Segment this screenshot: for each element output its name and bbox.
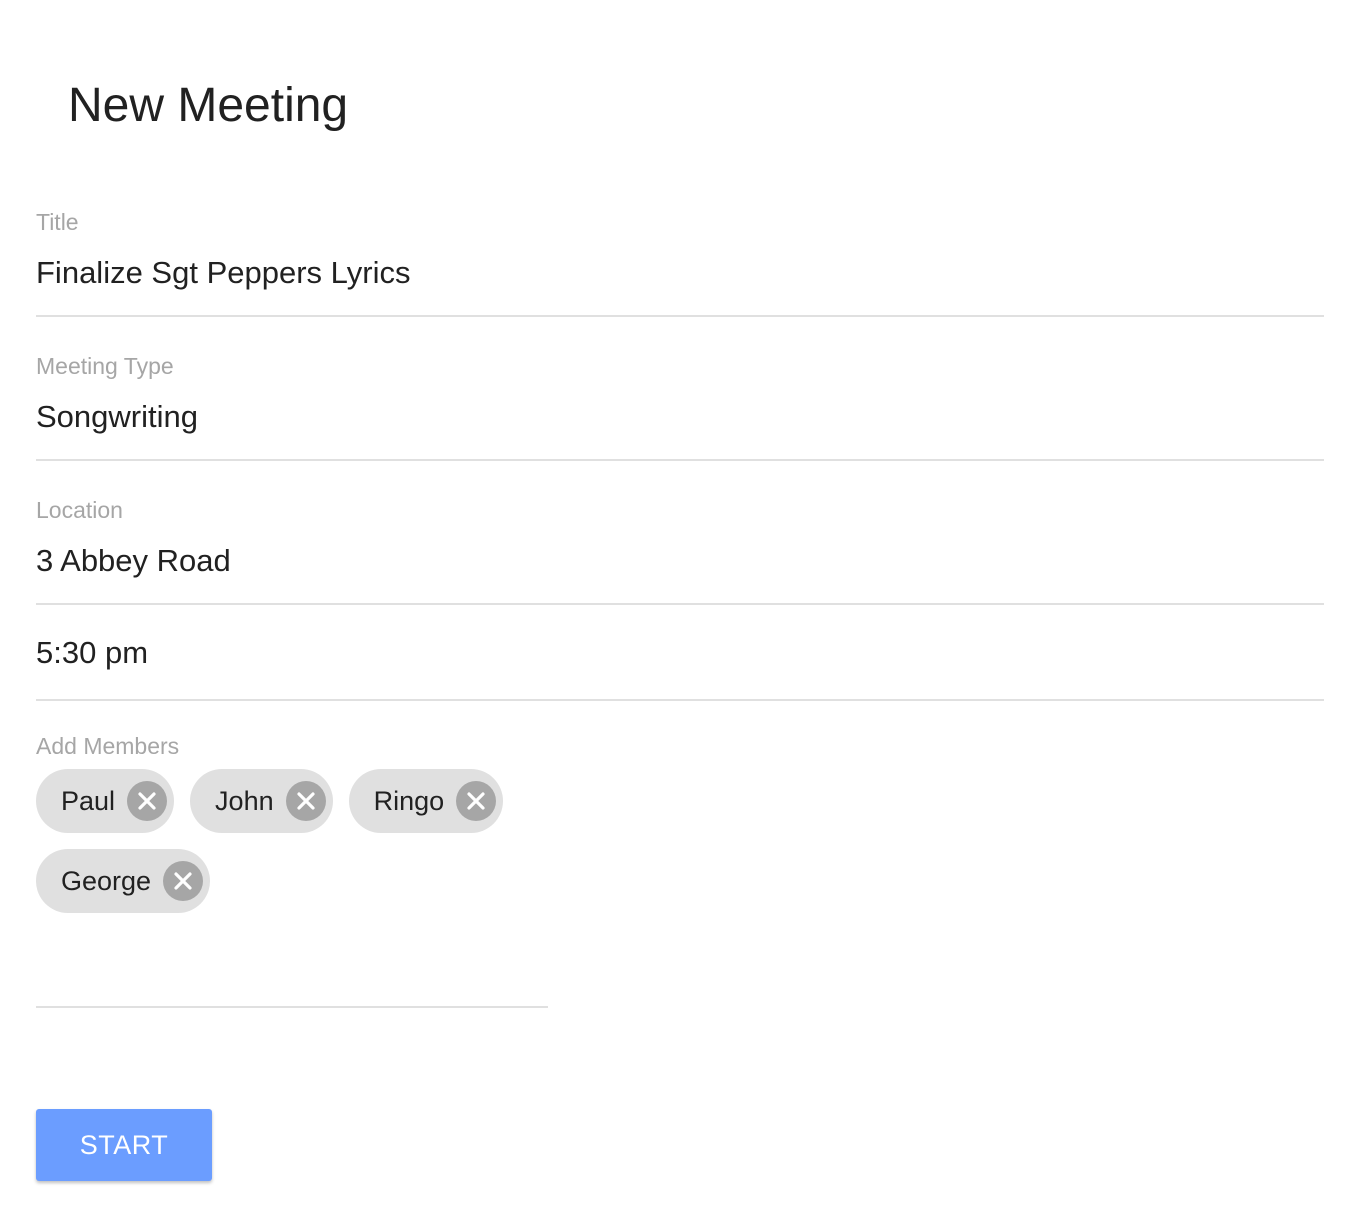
close-icon[interactable]	[163, 861, 204, 901]
location-field[interactable]: Location	[36, 488, 1324, 605]
member-chip-label: John	[215, 786, 274, 816]
member-chip: John	[190, 769, 333, 833]
close-icon[interactable]	[285, 781, 326, 821]
title-input[interactable]	[36, 254, 1324, 292]
close-icon[interactable]	[127, 781, 168, 821]
location-label: Location	[36, 497, 123, 523]
member-chip: Ringo	[348, 769, 504, 833]
time-input[interactable]	[36, 634, 1324, 672]
member-chip-label: Paul	[61, 786, 116, 816]
member-chip-label: Ringo	[373, 786, 445, 816]
title-field[interactable]: Title	[36, 200, 1324, 317]
member-chip: George	[36, 849, 211, 913]
member-chips: Paul John Ringo George	[36, 769, 536, 913]
page-title: New Meeting	[68, 79, 349, 132]
meeting-type-label: Meeting Type	[36, 353, 174, 379]
add-members-label: Add Members	[36, 733, 180, 759]
meeting-type-field[interactable]: Meeting Type	[36, 344, 1324, 461]
close-icon[interactable]	[456, 781, 497, 821]
location-input[interactable]	[36, 542, 1324, 580]
meeting-type-input[interactable]	[36, 398, 1324, 436]
add-members-input[interactable]	[36, 1006, 548, 1008]
start-button[interactable]: START	[36, 1109, 212, 1181]
member-chip-label: George	[61, 866, 152, 896]
title-label: Title	[36, 209, 79, 235]
member-chip: Paul	[36, 769, 175, 833]
time-field[interactable]	[36, 604, 1324, 701]
